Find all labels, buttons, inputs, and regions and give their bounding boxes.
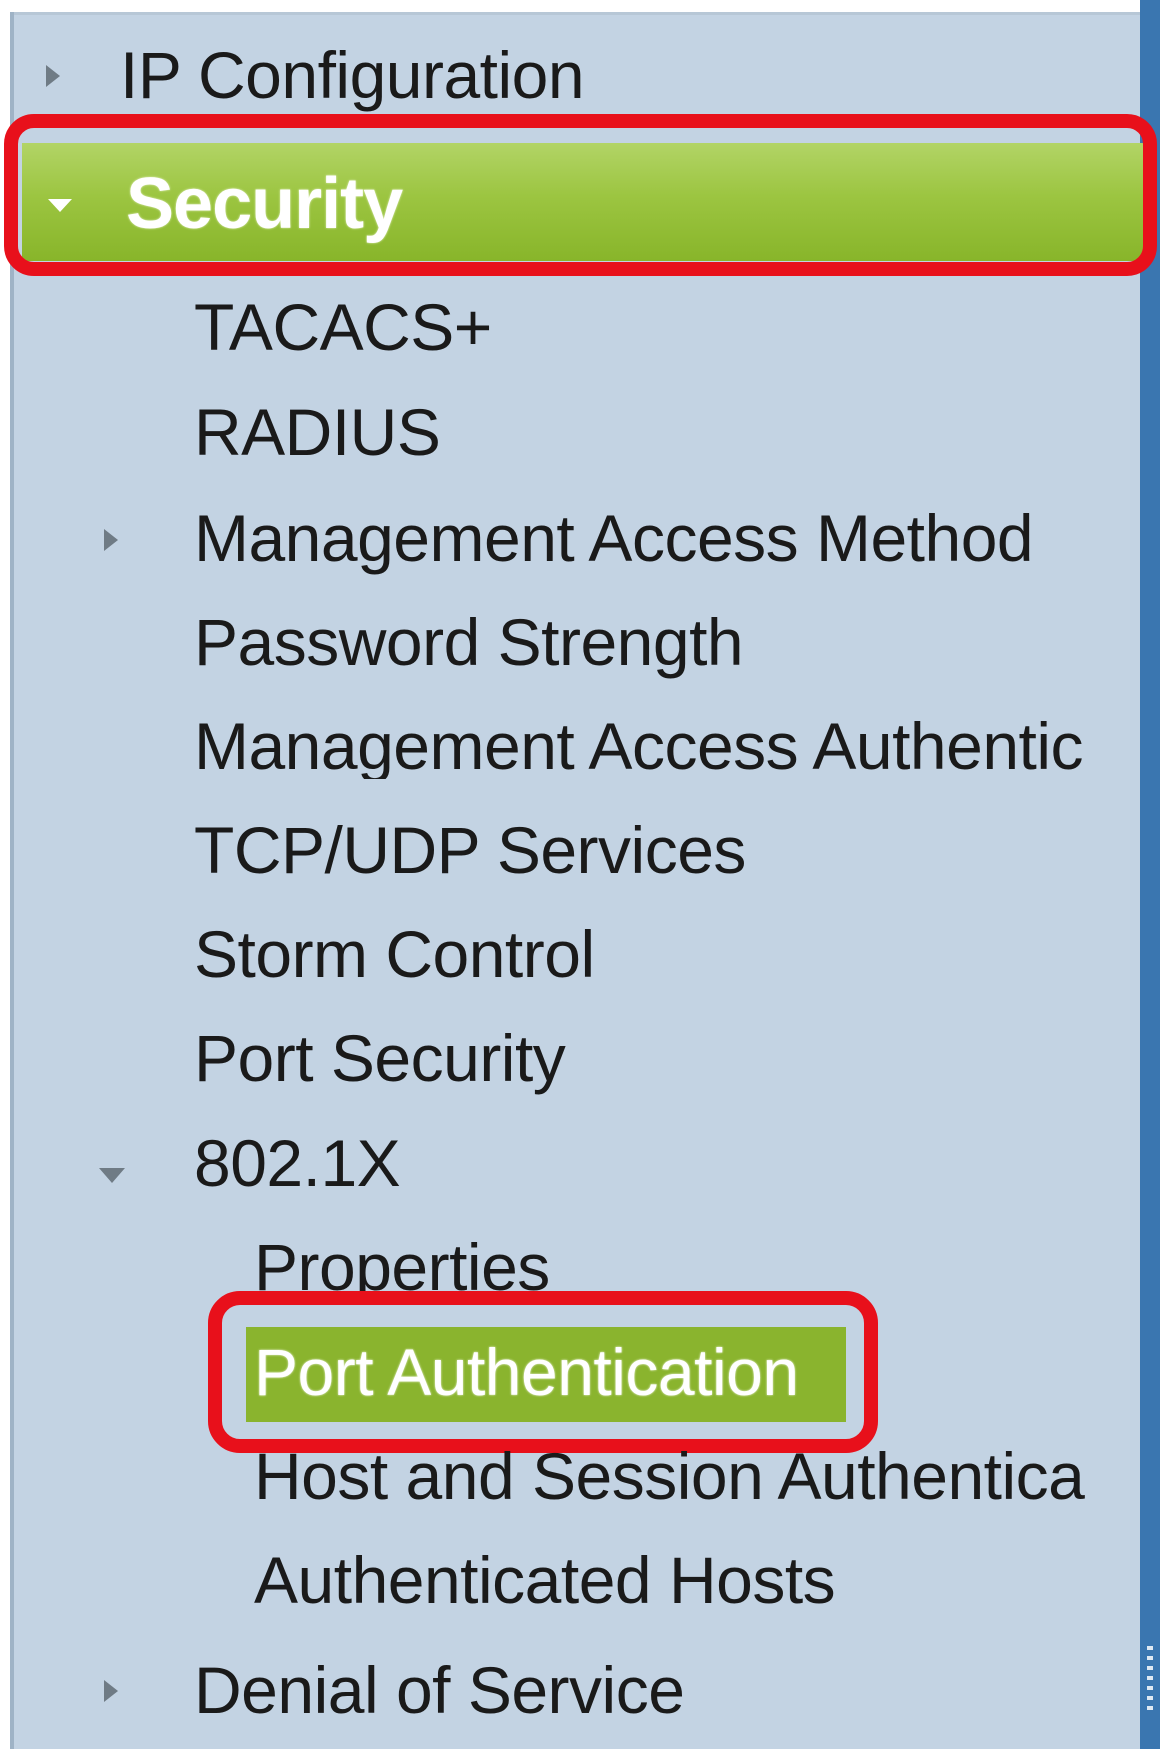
collapse-arrow-icon[interactable] <box>99 1168 125 1183</box>
security-highlight-box <box>4 114 1157 276</box>
nav-item-tcp-udp-services[interactable]: TCP/UDP Services <box>194 817 746 883</box>
nav-item-ip-configuration[interactable]: IP Configuration <box>120 42 585 108</box>
expand-arrow-icon[interactable] <box>104 529 118 551</box>
nav-item-management-access-method[interactable]: Management Access Method <box>194 505 1034 571</box>
nav-item-denial-of-service[interactable]: Denial of Service <box>194 1657 685 1723</box>
expand-arrow-icon[interactable] <box>104 1680 118 1702</box>
nav-item-port-security[interactable]: Port Security <box>194 1025 566 1091</box>
nav-item-802-1x[interactable]: 802.1X <box>194 1130 401 1196</box>
navigation-screen: IP Configuration Security TACACS+ RADIUS… <box>0 0 1169 1749</box>
expand-arrow-icon[interactable] <box>46 65 60 87</box>
nav-item-radius[interactable]: RADIUS <box>194 399 441 465</box>
nav-item-storm-control[interactable]: Storm Control <box>194 921 595 987</box>
port-authentication-highlight-box <box>208 1291 878 1453</box>
nav-item-authenticated-hosts[interactable]: Authenticated Hosts <box>254 1547 836 1613</box>
scroll-grip-icon[interactable] <box>1140 1640 1160 1715</box>
nav-item-host-session-authentication[interactable]: Host and Session Authentica <box>254 1443 1140 1509</box>
nav-item-tacacs[interactable]: TACACS+ <box>194 294 492 360</box>
nav-item-management-access-authentication[interactable]: Management Access Authentic <box>194 713 1140 779</box>
nav-item-password-strength[interactable]: Password Strength <box>194 609 744 675</box>
